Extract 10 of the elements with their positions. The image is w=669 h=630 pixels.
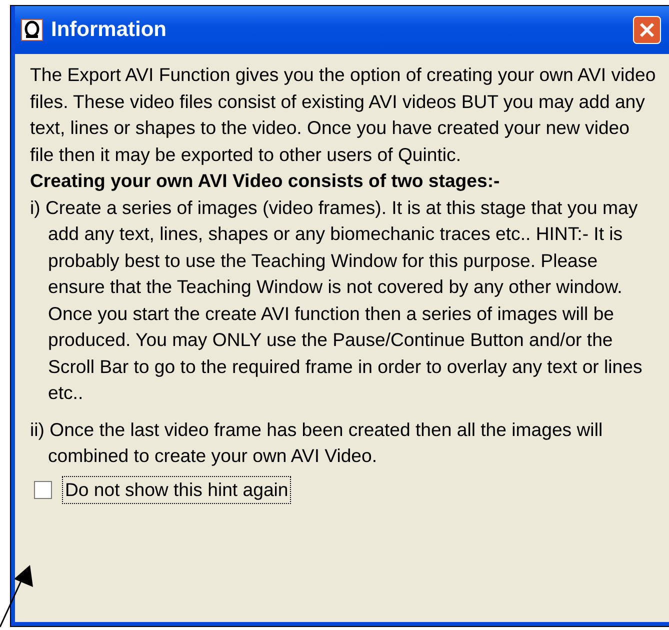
close-icon (638, 21, 656, 39)
checkbox-label[interactable]: Do not show this hint again (62, 476, 292, 504)
step-paragraph: i) Create a series of images (video frames). It is at this stage that you may add any text, lines, shapes or any biomechanic traces etc.. HINT:- It is probably best to use the Teaching Window for this purpose. Please ensure that the Teaching Window is not covered by any other window. Once you start the create AVI function then a series of images will be produced. You may ONLY use the Pause/Continue Button and/or the Scroll Bar to go to the required frame in order to overlay any text or lines etc.. (30, 196, 644, 405)
intro-paragraph: The Export AVI Function gives you the option of creating your own AVI video files. These video files consist of existing AVI videos BUT you may add any text, lines or shapes to the video. Once you have created your new video file then it may be exported to other users of Quintic. (30, 63, 657, 167)
section-heading: Creating your own AVI Video consists of two stages:- (30, 169, 501, 193)
window-title: Information (51, 17, 166, 44)
checkbox[interactable] (34, 480, 52, 499)
app-icon (21, 19, 43, 41)
close-button[interactable] (633, 16, 661, 44)
step-paragraph: ii) Once the last video frame has been created then all the images will combined to create your own AVI Video. (30, 418, 604, 468)
